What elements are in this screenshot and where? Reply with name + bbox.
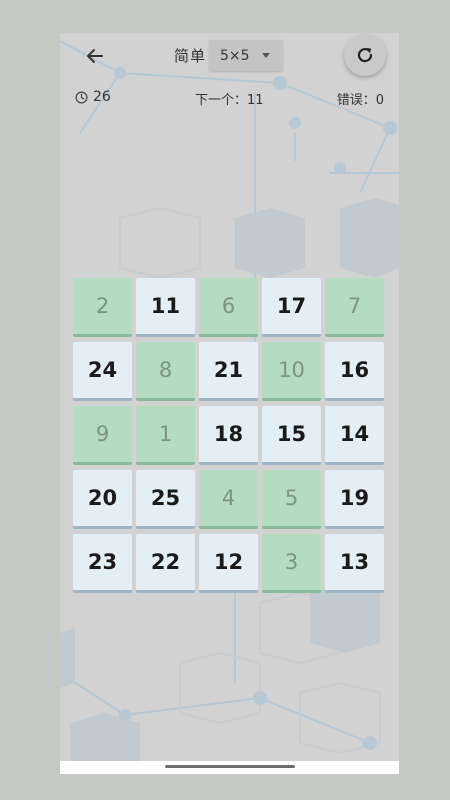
grid-tile[interactable]: 22	[136, 534, 195, 593]
grid-tile[interactable]: 5	[262, 470, 321, 529]
grid-tile[interactable]: 13	[325, 534, 384, 593]
grid-tile[interactable]: 19	[325, 470, 384, 529]
grid-tile[interactable]: 24	[73, 342, 132, 401]
grid-tile[interactable]: 2	[73, 278, 132, 337]
grid-tile[interactable]: 4	[199, 470, 258, 529]
next-value: 11	[247, 93, 264, 108]
back-button[interactable]	[82, 43, 108, 69]
grid-tile[interactable]: 6	[199, 278, 258, 337]
timer-value: 26	[93, 89, 111, 105]
grid-tile[interactable]: 18	[199, 406, 258, 465]
refresh-icon	[357, 47, 373, 63]
arrow-left-icon	[87, 49, 103, 63]
top-bar: 简单 5×5	[60, 33, 399, 78]
timer: 26	[75, 89, 111, 105]
grid-tile[interactable]: 9	[73, 406, 132, 465]
grid-tile[interactable]: 1	[136, 406, 195, 465]
grid-tile[interactable]: 17	[262, 278, 321, 337]
caret-down-icon	[262, 53, 270, 58]
grid-size-dropdown[interactable]: 5×5	[209, 40, 283, 71]
grid-tile[interactable]: 7	[325, 278, 384, 337]
grid-tile[interactable]: 23	[73, 534, 132, 593]
grid-tile[interactable]: 14	[325, 406, 384, 465]
grid-tile[interactable]: 12	[199, 534, 258, 593]
refresh-button[interactable]	[344, 34, 386, 76]
clock-icon	[75, 91, 88, 103]
grid-tile[interactable]: 20	[73, 470, 132, 529]
next-number: 下一个：11	[195, 89, 264, 108]
grid-tile[interactable]: 10	[262, 342, 321, 401]
error-count: 错误：0	[337, 89, 384, 108]
errors-label: 错误：	[336, 93, 376, 108]
errors-value: 0	[375, 93, 384, 108]
grid-tile[interactable]: 3	[262, 534, 321, 593]
game-status-bar: 26 下一个：11 错误：0	[60, 87, 399, 109]
grid-tile[interactable]: 21	[199, 342, 258, 401]
home-indicator[interactable]	[165, 765, 295, 768]
grid-tile[interactable]: 16	[325, 342, 384, 401]
next-label: 下一个：	[195, 93, 248, 108]
grid-tile[interactable]: 8	[136, 342, 195, 401]
difficulty-label[interactable]: 简单	[174, 45, 206, 66]
grid-tile[interactable]: 25	[136, 470, 195, 529]
grid-size-value: 5×5	[220, 47, 250, 64]
schulte-grid: 2 11 6 17 7 24 8 21 10 16 9 1 18 15 14 20 25 4 5 19 23 22 12 3 1…	[73, 278, 384, 593]
game-screen: 简单 5×5 26 下一个：11 错误：0 2 11 6 17 7 24 8 2…	[60, 33, 399, 774]
grid-tile[interactable]: 15	[262, 406, 321, 465]
grid-tile[interactable]: 11	[136, 278, 195, 337]
